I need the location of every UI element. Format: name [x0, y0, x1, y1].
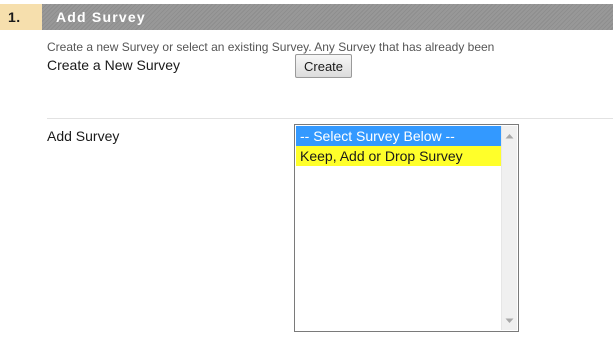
survey-option-placeholder[interactable]: -- Select Survey Below --: [296, 126, 502, 146]
add-survey-label: Add Survey: [47, 128, 120, 144]
list-scrollbar[interactable]: [501, 126, 517, 330]
section-title: Add Survey: [42, 4, 613, 30]
survey-options: -- Select Survey Below -- Keep, Add or D…: [296, 126, 502, 330]
scroll-up-arrow-icon[interactable]: [502, 128, 517, 143]
section-instructions: Create a new Survey or select an existin…: [47, 40, 495, 54]
create-survey-button[interactable]: Create: [295, 54, 353, 78]
survey-option-keep-add-drop[interactable]: Keep, Add or Drop Survey: [296, 146, 502, 166]
add-survey-page: 1. Add Survey Create a new Survey or sel…: [0, 0, 613, 341]
survey-select-list[interactable]: -- Select Survey Below -- Keep, Add or D…: [294, 124, 519, 332]
step-number: 1.: [0, 4, 42, 30]
row-divider: [47, 118, 613, 119]
create-survey-label: Create a New Survey: [47, 57, 181, 73]
scroll-down-arrow-icon[interactable]: [502, 313, 517, 328]
section-header: 1. Add Survey: [0, 4, 613, 30]
